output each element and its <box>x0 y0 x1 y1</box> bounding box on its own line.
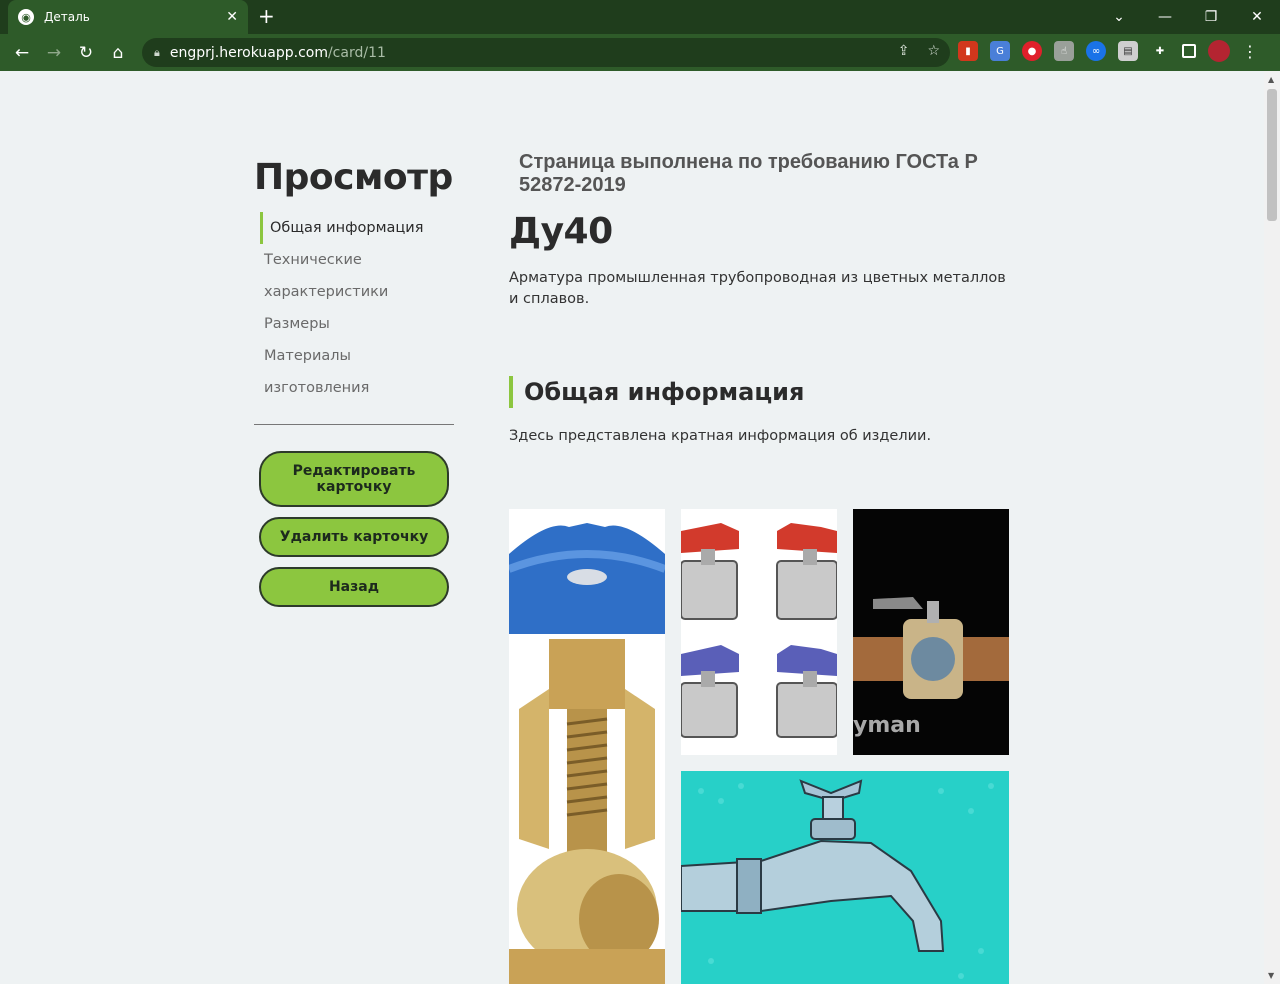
address-bar[interactable]: 🔒︎ engprj.herokuapp.com/card/11 ⇪ ☆ <box>142 38 950 67</box>
password-extension-icon[interactable]: ● <box>1022 41 1042 61</box>
tab-title: Деталь <box>44 10 90 24</box>
sidebar-item-technical[interactable]: Технические <box>254 244 454 276</box>
url-host: engprj.herokuapp.com <box>169 44 328 61</box>
forward-icon[interactable]: → <box>38 43 70 63</box>
scroll-down-icon[interactable]: ▼ <box>1268 971 1274 980</box>
lock-icon[interactable]: 🔒︎ <box>154 46 160 60</box>
translate-extension-icon[interactable]: G <box>990 41 1010 61</box>
scrollbar-thumb[interactable] <box>1267 89 1277 221</box>
share-icon[interactable]: ⇪ <box>898 43 910 59</box>
home-icon[interactable]: ⌂ <box>102 43 134 63</box>
sidebar-item-general-info[interactable]: Общая информация <box>260 212 454 244</box>
back-button[interactable]: Назад <box>259 567 449 607</box>
touch-extension-icon[interactable]: ☝ <box>1054 41 1074 61</box>
avatar[interactable] <box>1208 40 1230 62</box>
gost-note: Страница выполнена по требованию ГОСТа Р… <box>519 151 978 196</box>
ball-valves-image[interactable] <box>681 509 837 755</box>
main-content: Страница выполнена по требованию ГОСТа Р… <box>509 151 1009 444</box>
page-title: Ду40 <box>509 211 613 252</box>
sidebar-icon[interactable] <box>1182 44 1196 58</box>
sidebar-item-characteristics[interactable]: характеристики <box>254 276 454 308</box>
tab-strip: ◉ Деталь ✕ + ⌄ — ❐ ✕ <box>0 0 1280 34</box>
infinity-extension-icon[interactable]: ∞ <box>1086 41 1106 61</box>
card-description: Арматура промышленная трубопроводная из … <box>509 270 1006 307</box>
water-tap-image[interactable] <box>681 771 1009 984</box>
sidebar-nav: Общая информация Технические характерист… <box>254 212 454 404</box>
browser-tab[interactable]: ◉ Деталь ✕ <box>8 0 248 34</box>
image-gallery: yman <box>509 509 1009 984</box>
star-icon[interactable]: ☆ <box>927 43 940 59</box>
sidebar-divider <box>254 424 454 425</box>
brass-ball-valve-image[interactable]: yman <box>853 509 1009 755</box>
office-extension-icon[interactable]: ▮ <box>958 41 978 61</box>
section-title: Общая информация <box>509 376 1009 408</box>
printer-extension-icon[interactable]: ▤ <box>1118 41 1138 61</box>
extensions-area: ▮ G ● ☝ ∞ ▤ ✚ ⋮ <box>958 40 1258 62</box>
window-controls: ⌄ — ❐ ✕ <box>1096 0 1280 34</box>
scroll-up-icon[interactable]: ▲ <box>1268 75 1274 84</box>
gate-valve-image[interactable] <box>509 509 665 984</box>
extensions-icon[interactable]: ✚ <box>1150 41 1170 61</box>
restore-button[interactable]: ❐ <box>1188 9 1234 25</box>
sidebar-item-materials[interactable]: Материалы изготовления <box>254 340 454 404</box>
new-tab-button[interactable]: + <box>258 4 275 28</box>
edit-card-button[interactable]: Редактировать карточку <box>259 451 449 507</box>
tab-search-icon[interactable]: ⌄ <box>1096 9 1142 25</box>
minimize-button[interactable]: — <box>1142 9 1188 25</box>
page-scrollbar[interactable]: ▲ ▼ <box>1264 71 1280 984</box>
reload-icon[interactable]: ↻ <box>70 43 102 63</box>
globe-icon: ◉ <box>18 9 34 25</box>
close-window-button[interactable]: ✕ <box>1234 9 1280 25</box>
image-watermark: yman <box>853 713 921 738</box>
delete-card-button[interactable]: Удалить карточку <box>259 517 449 557</box>
sidebar: Просмотр Общая информация Технические ха… <box>254 157 454 607</box>
close-tab-icon[interactable]: ✕ <box>226 9 238 25</box>
page-viewport: Просмотр Общая информация Технические ха… <box>0 71 1264 984</box>
menu-icon[interactable]: ⋮ <box>1242 42 1258 61</box>
url-path: /card/11 <box>327 44 386 61</box>
sidebar-item-dimensions[interactable]: Размеры <box>254 308 454 340</box>
back-icon[interactable]: ← <box>6 43 38 63</box>
section-text: Здесь представлена кратная информация об… <box>509 428 932 444</box>
omnibox-actions: ⇪ ☆ <box>898 43 940 59</box>
sidebar-title: Просмотр <box>254 157 453 198</box>
